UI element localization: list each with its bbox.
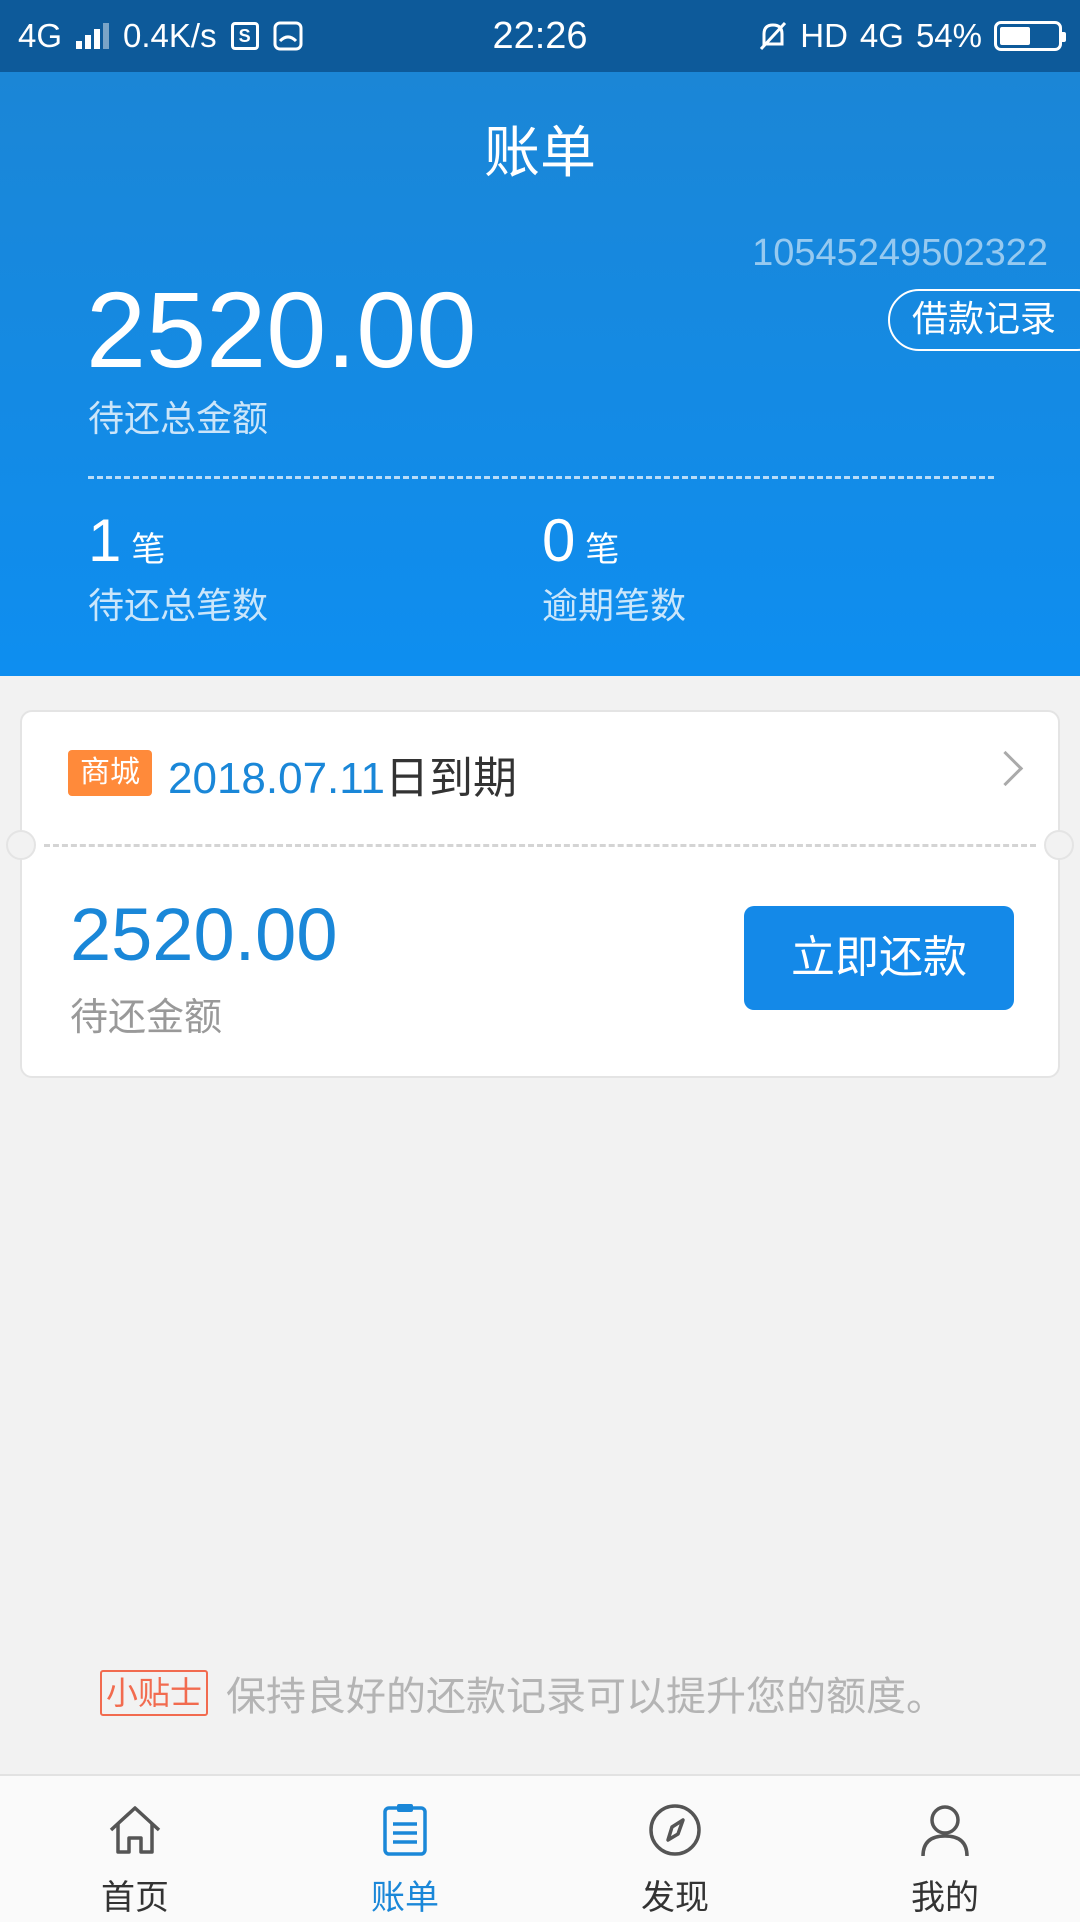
bill-card[interactable]: 商城 2018.07.11日到期 2520.00 待还金额 立即还款 bbox=[6, 710, 1074, 1078]
home-icon bbox=[109, 1806, 161, 1854]
divider bbox=[88, 476, 994, 479]
tip-badge: 小贴士 bbox=[100, 1670, 209, 1716]
total-amount-label: 待还总金额 bbox=[88, 399, 269, 440]
pending-count-stat: 1笔 待还总笔数 bbox=[88, 506, 268, 629]
network-speed: 0.4K/s bbox=[123, 17, 217, 54]
tip: 小贴士 保持良好的还款记录可以提升您的额度。 bbox=[100, 1664, 946, 1722]
nav-item-mine[interactable]: 我的 bbox=[810, 1776, 1080, 1922]
mute-bell-icon bbox=[760, 21, 787, 51]
nav-label-bill: 账单 bbox=[371, 1878, 439, 1918]
overdue-unit: 笔 bbox=[585, 530, 620, 570]
pending-label: 待还总笔数 bbox=[88, 586, 269, 627]
nav-item-discover[interactable]: 发现 bbox=[540, 1776, 810, 1922]
nav-label-discover: 发现 bbox=[641, 1878, 709, 1918]
overdue-count: 0 bbox=[542, 507, 576, 574]
bill-amount-label: 待还金额 bbox=[70, 995, 223, 1039]
nav-label-mine: 我的 bbox=[911, 1878, 979, 1918]
repay-now-button[interactable]: 立即还款 bbox=[744, 906, 1014, 1010]
card-notch-right bbox=[1044, 830, 1074, 860]
user-icon bbox=[921, 1805, 969, 1857]
compass-icon bbox=[649, 1804, 701, 1856]
nav-label-home: 首页 bbox=[101, 1878, 169, 1918]
due-date: 2018.07.11 bbox=[168, 754, 385, 803]
mall-tag: 商城 bbox=[68, 750, 152, 796]
card-notch-left bbox=[6, 830, 36, 860]
hd-indicator: HD bbox=[800, 17, 848, 54]
vivo-app-icon bbox=[273, 21, 303, 51]
nav-item-home[interactable]: 首页 bbox=[0, 1776, 270, 1922]
total-amount: 2520.00 bbox=[86, 269, 477, 390]
card-divider bbox=[44, 844, 1036, 847]
pending-unit: 笔 bbox=[131, 530, 166, 570]
nav-item-bill[interactable]: 账单 bbox=[270, 1776, 540, 1922]
pending-count: 1 bbox=[88, 507, 122, 574]
bottom-nav: 首页 账单 发现 我的 bbox=[0, 1774, 1080, 1922]
overdue-count-stat: 0笔 逾期笔数 bbox=[542, 506, 686, 629]
signal-icon bbox=[76, 23, 110, 49]
bill-amount: 2520.00 bbox=[70, 893, 338, 976]
due-suffix: 日到期 bbox=[384, 753, 517, 804]
bill-icon bbox=[383, 1804, 427, 1856]
network-type: 4G bbox=[18, 17, 63, 54]
battery-percent: 54% bbox=[915, 17, 982, 54]
app-s-icon: S bbox=[230, 22, 259, 50]
account-id: 10545249502322 bbox=[752, 232, 1048, 274]
status-bar: 4G 0.4K/s S 22:26 HD 4G 54% bbox=[0, 0, 1080, 72]
page-title: 账单 bbox=[484, 121, 596, 186]
chevron-right-icon[interactable] bbox=[987, 750, 1024, 787]
tip-text: 保持良好的还款记录可以提升您的额度。 bbox=[226, 1674, 947, 1720]
network-type-right: 4G bbox=[859, 17, 904, 54]
due-date-line: 2018.07.11日到期 bbox=[168, 742, 517, 806]
battery-icon bbox=[994, 21, 1066, 51]
loan-record-button[interactable]: 借款记录 bbox=[888, 289, 1080, 351]
bill-summary-header: 账单 10545249502322 借款记录 2520.00 待还总金额 1笔 … bbox=[0, 72, 1080, 676]
overdue-label: 逾期笔数 bbox=[542, 586, 687, 627]
